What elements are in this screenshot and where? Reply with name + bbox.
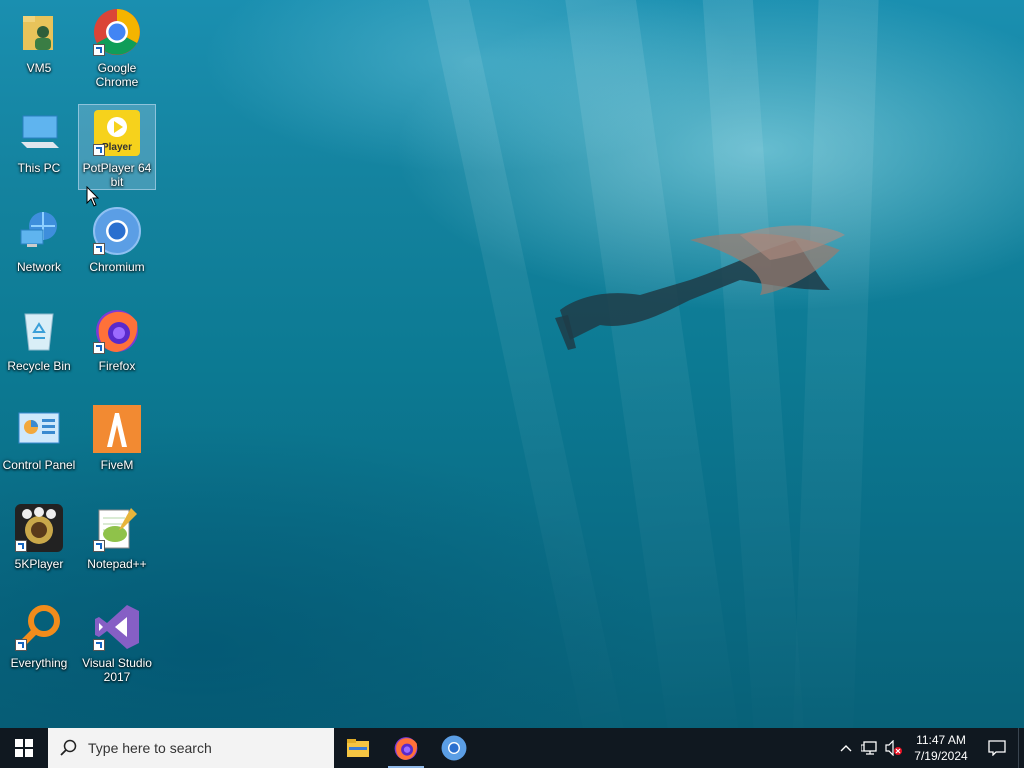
desktop-icon-label: Everything	[10, 656, 68, 670]
shortcut-arrow-icon	[93, 144, 105, 156]
chrome-icon	[91, 6, 143, 58]
desktop-icon-label: Notepad++	[87, 557, 147, 571]
show-hidden-icons-button[interactable]	[834, 728, 858, 768]
desktop-icon-network[interactable]: Network	[0, 203, 78, 289]
notepad-plus-plus-icon	[91, 502, 143, 554]
desktop-icon-chromium[interactable]: Chromium	[78, 203, 156, 289]
taskbar-firefox[interactable]	[382, 728, 430, 768]
desktop-icon-this-pc[interactable]: This PC	[0, 104, 78, 190]
speaker-muted-icon	[885, 740, 902, 756]
shortcut-arrow-icon	[15, 540, 27, 552]
action-center-button[interactable]	[976, 728, 1018, 768]
desktop-icon-recycle-bin[interactable]: Recycle Bin	[0, 302, 78, 388]
search-placeholder: Type here to search	[88, 740, 212, 756]
5kplayer-icon	[13, 502, 65, 554]
shortcut-arrow-icon	[93, 540, 105, 552]
taskbar-file-explorer[interactable]	[334, 728, 382, 768]
potplayer-badge-text: Player	[102, 142, 132, 153]
shortcut-arrow-icon	[15, 639, 27, 651]
notification-icon	[988, 740, 1006, 756]
desktop-icon-5kplayer[interactable]: 5KPlayer	[0, 500, 78, 586]
desktop-wallpaper[interactable]: VM5 This PC Network Recycle Bin Control …	[0, 0, 1024, 728]
desktop-icon-label: Google Chrome	[95, 61, 139, 89]
desktop-icon-notepad-plus-plus[interactable]: Notepad++	[78, 500, 156, 586]
file-explorer-icon	[347, 739, 369, 757]
visual-studio-icon	[91, 601, 143, 653]
user-folder-icon	[13, 6, 65, 58]
chromium-icon	[91, 205, 143, 257]
desktop-icon-visual-studio[interactable]: Visual Studio 2017	[78, 599, 156, 685]
show-desktop-button[interactable]	[1018, 728, 1024, 768]
desktop-icon-label: VM5	[26, 61, 52, 75]
desktop-icon-potplayer[interactable]: Player PotPlayer 64 bit	[78, 104, 156, 190]
desktop-icon-label: Chromium	[89, 260, 145, 274]
start-button[interactable]	[0, 728, 48, 768]
desktop-icon-label: Visual Studio 2017	[82, 656, 152, 684]
fivem-icon	[91, 403, 143, 455]
desktop-icon-label: 5KPlayer	[14, 557, 64, 571]
desktop-icon-label: PotPlayer 64 bit	[82, 161, 152, 189]
clock-time: 11:47 AM	[916, 733, 966, 747]
desktop-icon-fivem[interactable]: FiveM	[78, 401, 156, 487]
taskbar-chromium[interactable]	[430, 728, 478, 768]
shortcut-arrow-icon	[93, 44, 105, 56]
desktop-icon-label: Control Panel	[2, 458, 76, 472]
chevron-up-icon	[840, 745, 852, 752]
desktop-icon-label: FiveM	[100, 458, 134, 472]
search-icon	[60, 739, 77, 756]
desktop-icon-control-panel[interactable]: Control Panel	[0, 401, 78, 487]
desktop-icon-label: Network	[16, 260, 61, 274]
windows-logo-icon	[15, 739, 33, 757]
desktop-icon-label: Recycle Bin	[7, 359, 71, 373]
potplayer-icon: Player	[91, 107, 143, 158]
network-wired-icon	[861, 741, 877, 755]
taskbar-search-box[interactable]: Type here to search	[48, 728, 334, 768]
this-pc-icon	[13, 106, 65, 158]
firefox-icon	[91, 304, 143, 356]
shortcut-arrow-icon	[93, 243, 105, 255]
shortcut-arrow-icon	[93, 639, 105, 651]
desktop-icon-firefox[interactable]: Firefox	[78, 302, 156, 388]
shortcut-arrow-icon	[93, 342, 105, 354]
mouse-cursor-icon	[86, 186, 100, 207]
network-icon	[13, 205, 65, 257]
recycle-bin-icon	[13, 304, 65, 356]
desktop-icon-vm5[interactable]: VM5	[0, 4, 78, 90]
taskbar-clock[interactable]: 11:47 AM 7/19/2024	[906, 732, 976, 764]
desktop-icon-label: Firefox	[98, 359, 136, 373]
system-tray: 11:47 AM 7/19/2024	[834, 728, 1024, 768]
chromium-icon	[441, 735, 467, 761]
taskbar: Type here to search 11:47 AM 7/19/2024	[0, 728, 1024, 768]
volume-button[interactable]	[882, 728, 906, 768]
desktop-icon-label: This PC	[17, 161, 61, 175]
control-panel-icon	[13, 403, 65, 455]
desktop-icon-everything[interactable]: Everything	[0, 599, 78, 685]
network-status-button[interactable]	[858, 728, 882, 768]
clock-date: 7/19/2024	[914, 749, 968, 763]
desktop-icon-google-chrome[interactable]: Google Chrome	[78, 4, 156, 90]
firefox-icon	[394, 737, 418, 760]
everything-search-icon	[13, 601, 65, 653]
diver-illustration	[555, 225, 845, 350]
